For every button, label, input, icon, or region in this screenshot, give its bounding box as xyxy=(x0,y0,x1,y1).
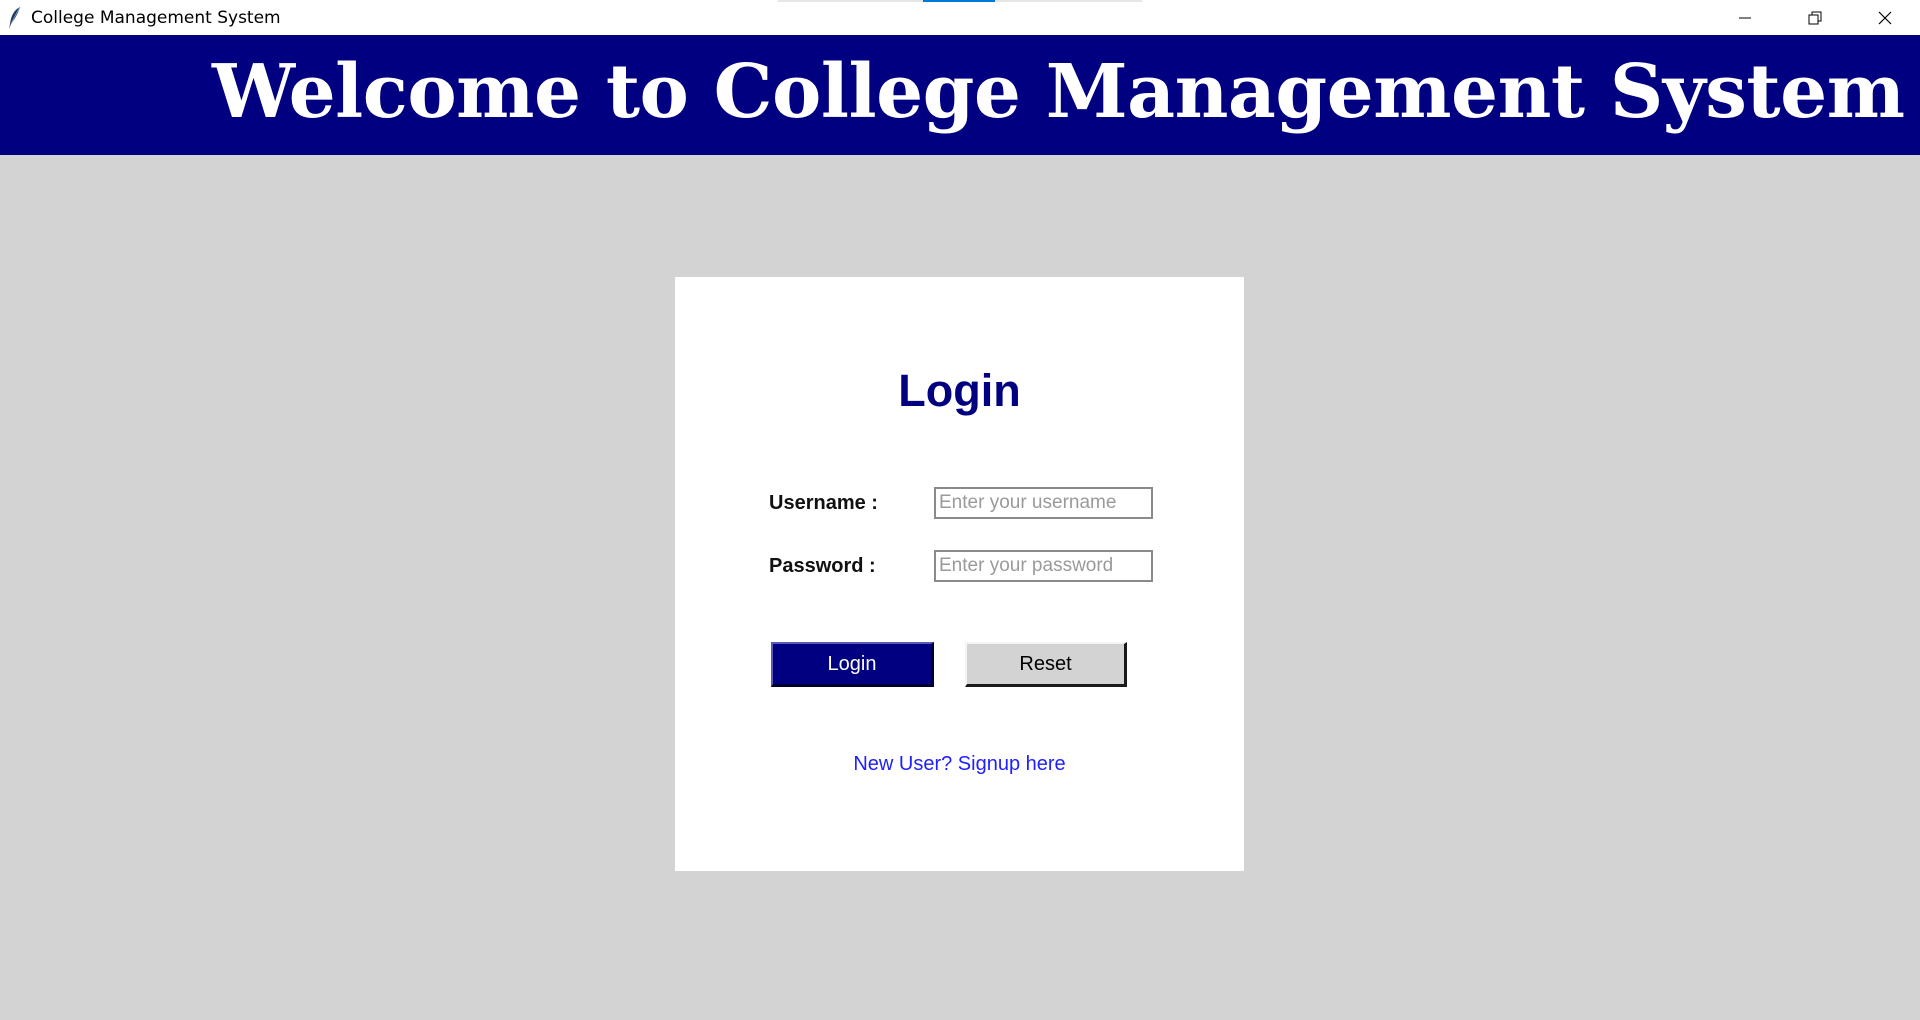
login-card: Login Username : Password : Login Reset … xyxy=(675,277,1244,871)
password-label: Password : xyxy=(769,555,876,577)
restore-button[interactable] xyxy=(1780,0,1850,35)
window-titlebar: College Management System xyxy=(0,0,1920,35)
window-controls xyxy=(1710,0,1920,35)
minimize-icon xyxy=(1739,17,1751,18)
banner-title: Welcome to College Management System xyxy=(212,49,1905,135)
taskbar-active-indicator xyxy=(923,0,995,2)
minimize-button[interactable] xyxy=(1710,0,1780,35)
username-label: Username : xyxy=(769,492,878,514)
window-title: College Management System xyxy=(31,7,281,28)
restore-icon xyxy=(1808,11,1822,24)
password-input[interactable] xyxy=(934,550,1153,582)
close-icon xyxy=(1878,11,1892,24)
welcome-banner: Welcome to College Management System xyxy=(0,35,1920,155)
login-heading: Login xyxy=(898,365,1021,416)
feather-icon xyxy=(0,0,30,35)
signup-link[interactable]: New User? Signup here xyxy=(675,753,1244,776)
username-input[interactable] xyxy=(934,487,1153,519)
reset-button[interactable]: Reset xyxy=(965,642,1127,687)
login-button[interactable]: Login xyxy=(771,642,934,687)
close-button[interactable] xyxy=(1850,0,1920,35)
taskbar-indicator xyxy=(778,0,1142,2)
